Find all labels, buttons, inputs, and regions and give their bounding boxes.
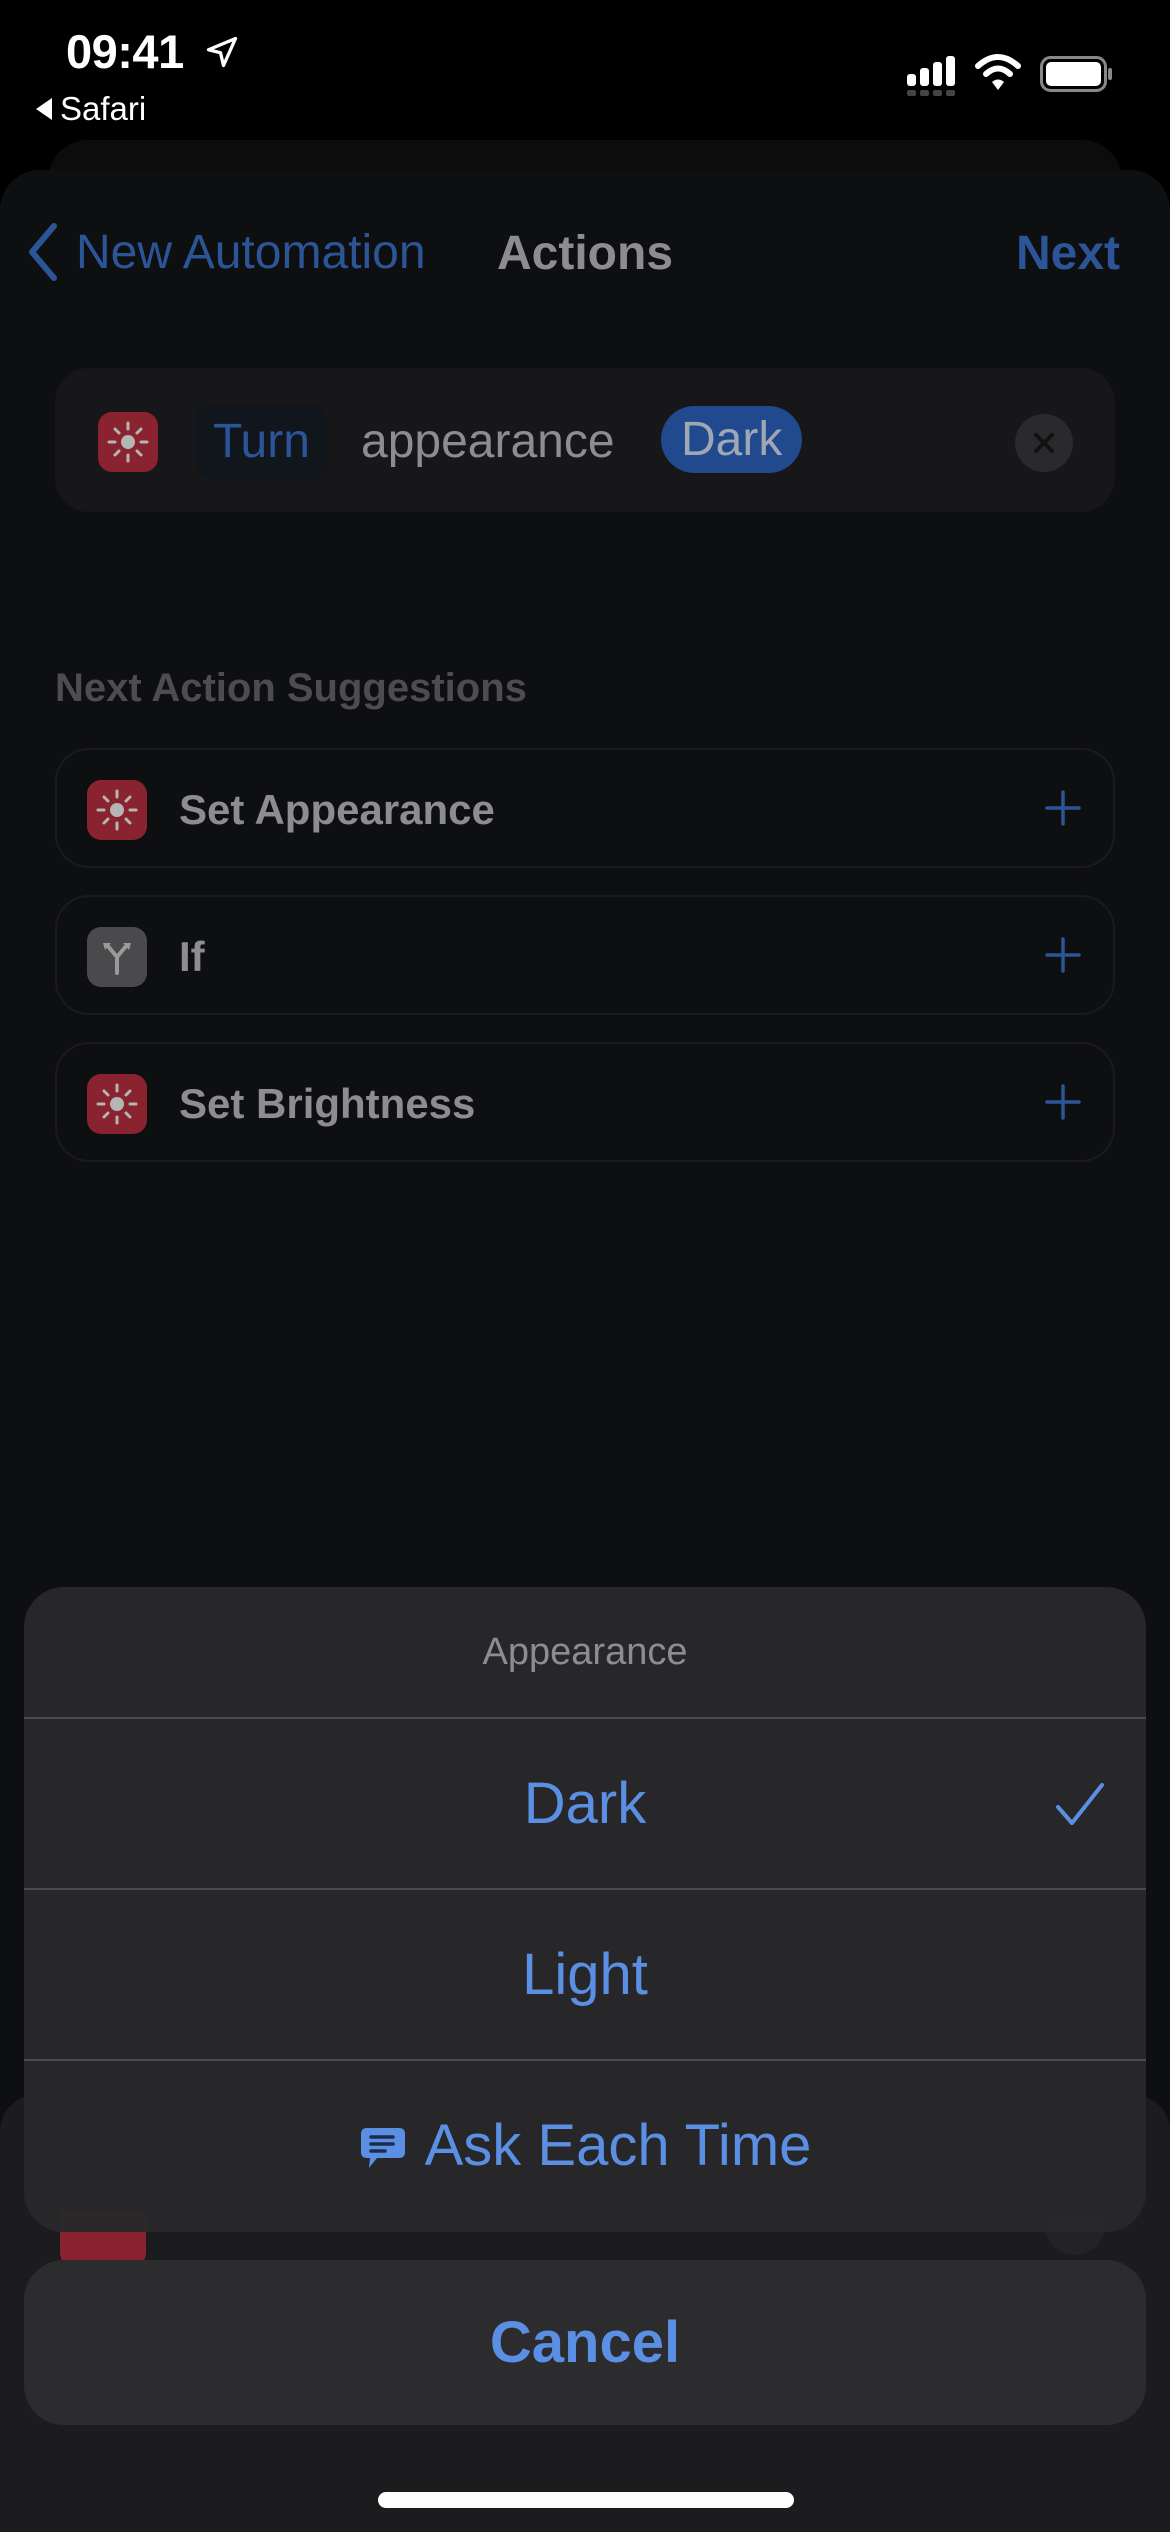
cancel-button[interactable]: Cancel	[24, 2260, 1146, 2425]
appearance-value-token[interactable]: Dark	[661, 406, 803, 473]
plus-icon[interactable]	[1043, 788, 1083, 828]
option-label: Light	[522, 1942, 648, 2007]
status-bar: 09:41 Safari	[0, 0, 1170, 140]
status-time: 09:41	[66, 25, 184, 78]
speech-bubble-icon	[360, 2127, 405, 2168]
battery-icon	[1040, 56, 1112, 92]
suggestion-app-icon	[87, 780, 147, 840]
suggestion-row-set-brightness[interactable]: Set Brightness	[55, 1042, 1115, 1162]
action-app-icon	[98, 412, 158, 472]
page-title: Actions	[497, 227, 674, 280]
back-to-app-button[interactable]: Safari	[36, 90, 146, 128]
back-button-label: New Automation	[76, 225, 426, 279]
option-ask-each-time[interactable]: Ask Each Time	[24, 2059, 1146, 2230]
suggestion-app-icon	[87, 1074, 147, 1134]
chevron-left-icon	[29, 223, 57, 281]
turn-parameter-token[interactable]: Turn	[195, 404, 328, 479]
suggestion-label: Set Brightness	[179, 1080, 476, 1127]
location-arrow-icon	[206, 36, 238, 68]
checkmark-icon	[1056, 1783, 1104, 1825]
action-text: appearance	[361, 415, 615, 468]
sun-icon	[96, 789, 138, 831]
back-triangle-icon	[36, 98, 52, 120]
suggestion-label: Set Appearance	[179, 786, 495, 833]
back-button[interactable]: New Automation	[24, 222, 426, 282]
home-indicator[interactable]	[378, 2492, 794, 2508]
wifi-icon	[975, 54, 1021, 90]
suggestion-row-set-appearance[interactable]: Set Appearance	[55, 748, 1115, 868]
sun-icon	[96, 1083, 138, 1125]
remove-action-button[interactable]	[1015, 414, 1073, 472]
next-button[interactable]: Next	[1016, 226, 1120, 281]
option-dark[interactable]: Dark	[24, 1717, 1146, 1888]
option-label: Dark	[523, 1771, 647, 1836]
branch-icon	[103, 943, 131, 975]
option-label: Ask Each Time	[424, 2113, 812, 2178]
navigation-bar: New Automation Actions Next	[0, 170, 1170, 340]
action-sheet-title: Appearance	[482, 1630, 688, 1673]
action-card: Turn appearance Dark	[55, 368, 1115, 512]
sun-icon	[107, 421, 149, 463]
suggestion-label: If	[179, 933, 205, 980]
plus-icon[interactable]	[1043, 1082, 1083, 1122]
close-icon	[1034, 433, 1054, 453]
suggestion-row-if[interactable]: If	[55, 895, 1115, 1015]
suggestion-app-icon	[87, 927, 147, 987]
cellular-signal-icon	[907, 56, 955, 96]
option-light[interactable]: Light	[24, 1888, 1146, 2059]
plus-icon[interactable]	[1043, 935, 1083, 975]
back-app-label: Safari	[60, 90, 147, 127]
suggestions-header: Next Action Suggestions	[55, 666, 527, 710]
appearance-action-sheet: Appearance Dark Light Ask Each Time	[24, 1587, 1146, 2232]
